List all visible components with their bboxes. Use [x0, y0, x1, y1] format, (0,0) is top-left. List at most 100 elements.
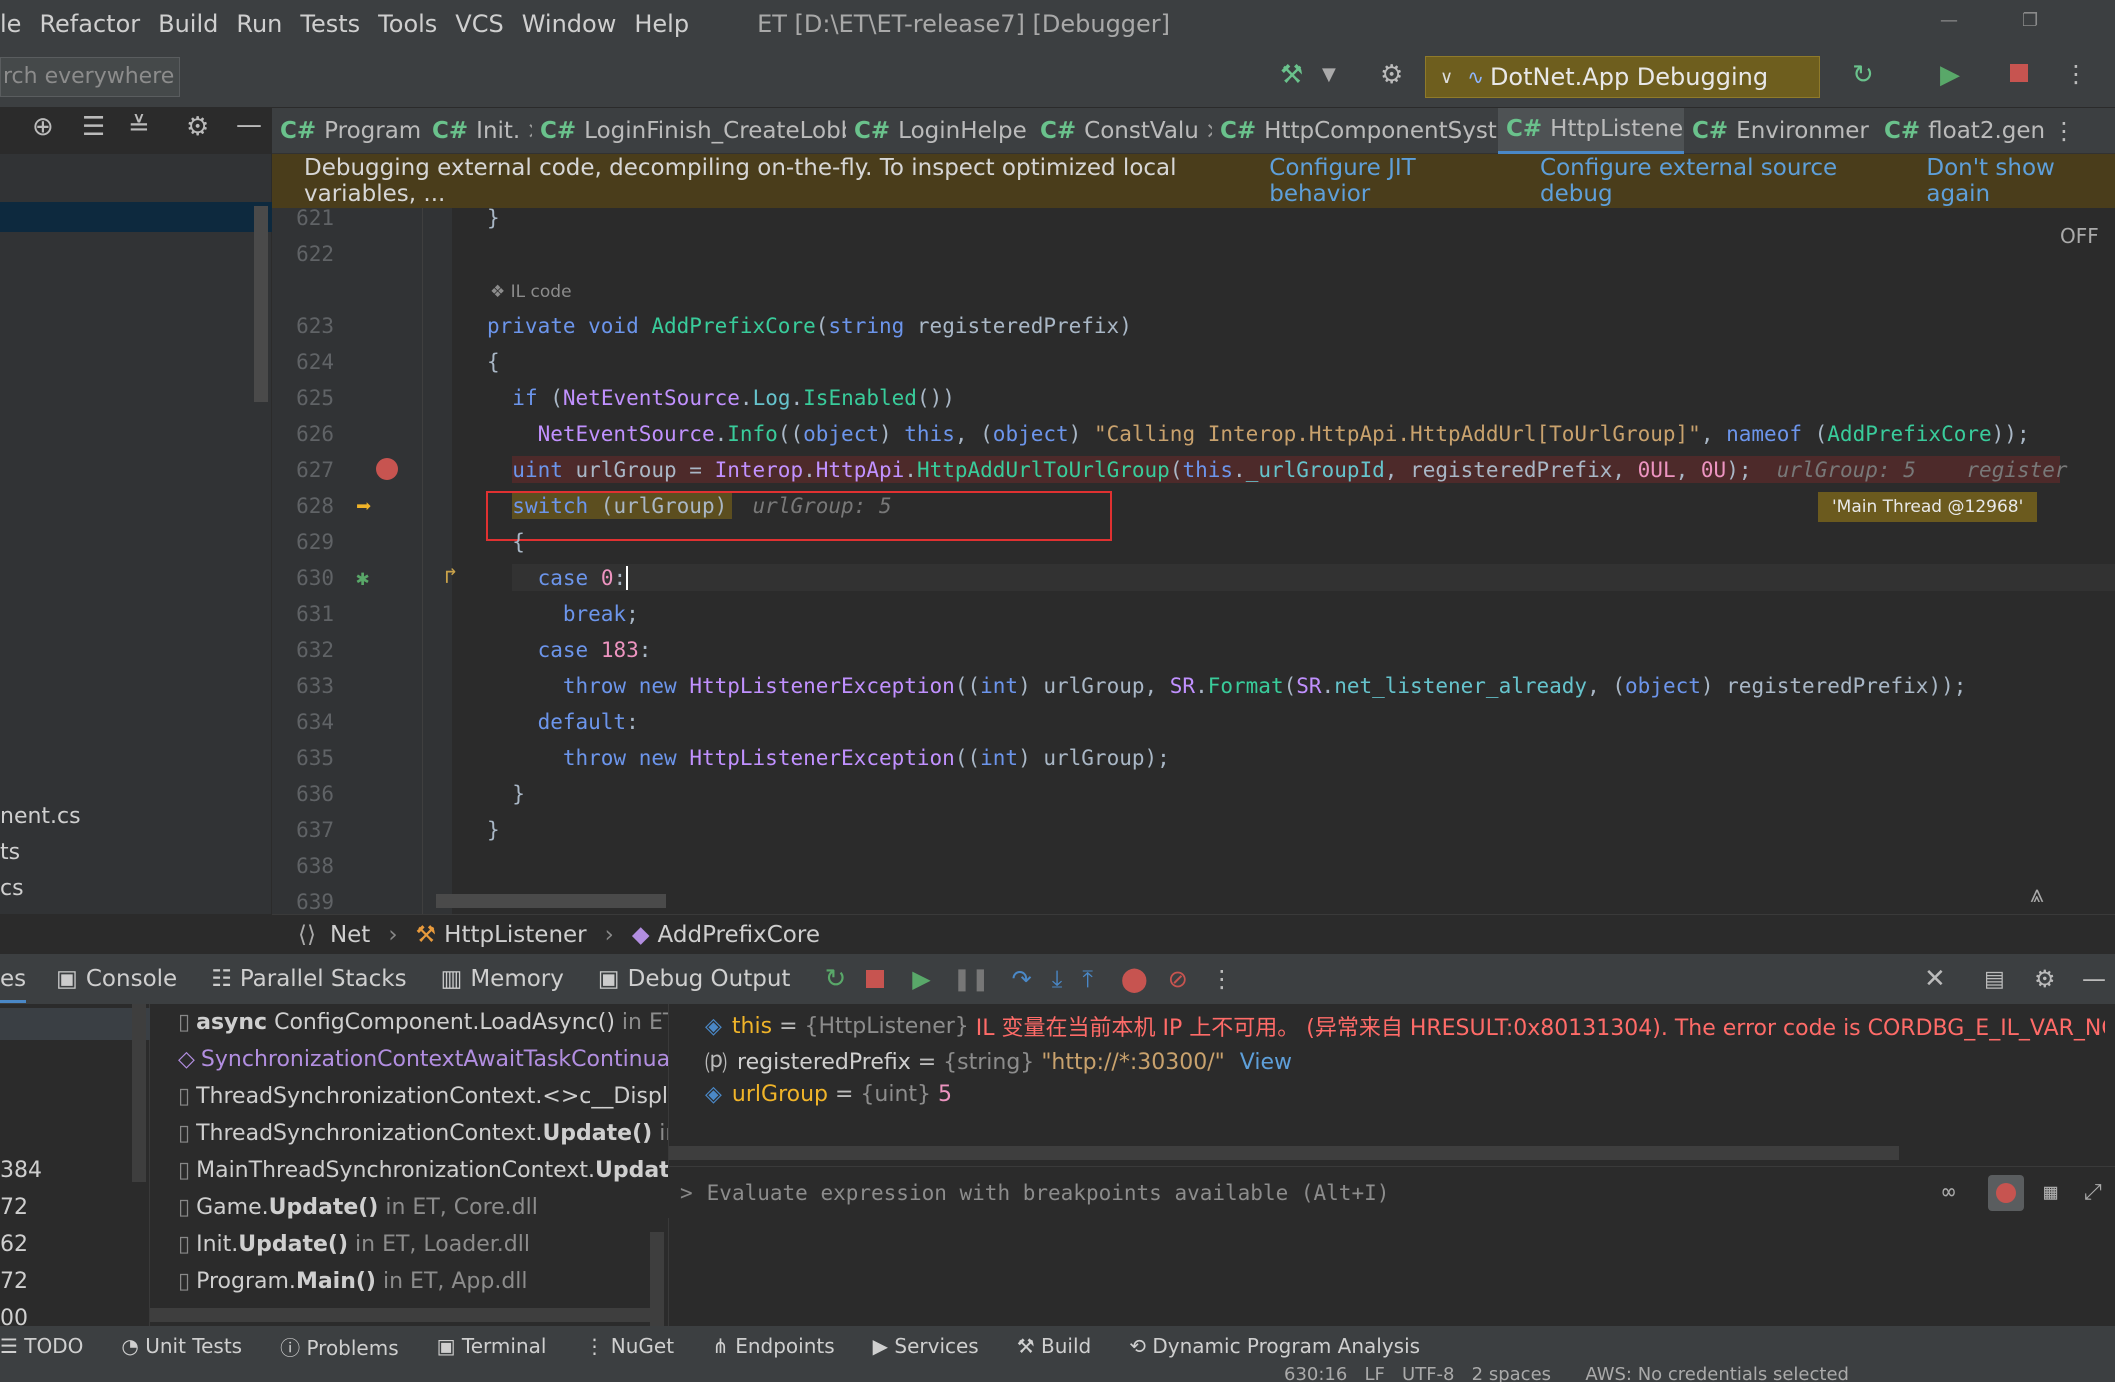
breadcrumb-item[interactable]: AddPrefixCore	[658, 922, 820, 948]
pause-icon[interactable]: ❚❚	[953, 967, 990, 992]
file-item[interactable]: cs	[0, 876, 24, 901]
menu-item-tools[interactable]: Tools	[378, 10, 437, 38]
variable-row[interactable]: ⒫ registeredPrefix = {string} "http://*:…	[705, 1046, 1292, 1078]
off-label[interactable]: OFF	[2060, 224, 2099, 248]
attach-process-icon[interactable]: ⚙	[1380, 60, 1403, 90]
minimize-icon[interactable]: —	[1940, 10, 1958, 31]
stack-frame[interactable]: ▯ async ConfigComponent.LoadAsync() in ET	[178, 1010, 676, 1035]
stack-frame[interactable]: ▯ThreadSynchronizationContext.Update() i…	[178, 1121, 693, 1146]
menu-item-run[interactable]: Run	[236, 10, 282, 38]
build-button[interactable]: ⚒ Build	[1017, 1334, 1092, 1358]
evaluate-input[interactable]: Evaluate expression with breakpoints ava…	[707, 1181, 1390, 1205]
stop-eval-icon[interactable]	[1988, 1175, 2024, 1211]
stack-frame[interactable]: ▯ Init.Update() in ET, Loader.dll	[178, 1232, 530, 1257]
step-into-icon[interactable]: ⤓	[1052, 965, 1063, 993]
chevron-down-icon[interactable]: ▼	[1322, 64, 1336, 85]
stack-frame[interactable]: ▯ Game.Update() in ET, Core.dll	[178, 1195, 538, 1220]
step-over-icon[interactable]: ↷	[1012, 965, 1032, 993]
close-icon[interactable]: ✕	[1924, 964, 1946, 994]
locate-icon[interactable]: ⊕	[32, 112, 54, 142]
scrollbar[interactable]	[254, 206, 268, 402]
more-icon[interactable]: ⋮	[2064, 60, 2088, 88]
breadcrumb-item[interactable]: Net	[330, 922, 370, 948]
status-text[interactable]: 630:16 LF UTF-8 2 spaces AWS: No credent…	[1284, 1366, 1849, 1382]
resume-icon[interactable]: ▶	[1940, 60, 1960, 90]
stack-frame[interactable]: ▯ MainThreadSynchronizationContext.Update	[178, 1158, 685, 1183]
stop-icon[interactable]	[866, 970, 885, 988]
menu-item-build[interactable]: Build	[158, 10, 218, 38]
reader-mode-icon[interactable]: ⩓	[2030, 880, 2044, 908]
terminal-button[interactable]: ▣ Terminal	[437, 1334, 547, 1358]
resume-icon[interactable]: ▶	[912, 965, 930, 993]
dont-show-again-link[interactable]: Don't show again	[1926, 155, 2115, 207]
nuget-button[interactable]: ⋮ NuGet	[584, 1334, 674, 1358]
menu-item-file[interactable]: le	[0, 10, 21, 38]
tab-constvalue[interactable]: C#ConstValu×	[1032, 108, 1212, 154]
gear-icon[interactable]: ⚙	[2034, 965, 2056, 993]
tab-init[interactable]: C#Init.×	[424, 108, 532, 154]
view-link[interactable]: View	[1240, 1050, 1292, 1075]
stop-icon[interactable]	[2010, 64, 2028, 82]
stack-frame[interactable]: ◇ SynchronizationContextAwaitTaskContinua…	[178, 1047, 679, 1072]
unit-tests-button[interactable]: ◔ Unit Tests	[121, 1334, 242, 1358]
rerun-icon[interactable]: ↻	[824, 964, 846, 994]
problems-button[interactable]: ⓘ Problems	[280, 1332, 399, 1361]
il-code-hint[interactable]: ❖ IL code	[490, 282, 572, 302]
thread-id[interactable]: 72	[0, 1195, 28, 1220]
search-everywhere-input[interactable]: rch everywhere	[0, 57, 180, 97]
calculator-icon[interactable]: ▦	[2044, 1180, 2057, 1205]
expand-all-icon[interactable]: ☰	[82, 112, 105, 142]
endpoints-button[interactable]: ⋔ Endpoints	[712, 1334, 835, 1358]
tab-loginfinish[interactable]: C#LoginFinish_CreateLobb×	[532, 108, 846, 154]
rerun-icon[interactable]: ↻	[1852, 60, 1874, 90]
thread-id[interactable]: 384	[0, 1158, 42, 1183]
bug-icon[interactable]: ✱	[356, 566, 369, 591]
set-next-statement-icon[interactable]: ↱	[444, 564, 457, 589]
view-breakpoints-icon[interactable]: ⬤	[1121, 965, 1148, 993]
thread-id[interactable]: 62	[0, 1232, 28, 1257]
tab-float2[interactable]: C#float2.gen.×	[1876, 108, 2044, 154]
step-out-icon[interactable]: ⤒	[1082, 965, 1093, 993]
collapse-all-icon[interactable]: ≚	[128, 112, 150, 142]
tab-parallel-stacks[interactable]: Parallel Stacks	[240, 966, 407, 992]
hammer-icon[interactable]: ⚒	[1280, 60, 1303, 90]
tab-httplistener[interactable]: C#HttpListene×	[1498, 107, 1684, 154]
thread-id[interactable]: 72	[0, 1269, 28, 1294]
watch-icon[interactable]: ∞	[1942, 1180, 1955, 1205]
configure-source-debug-link[interactable]: Configure external source debug	[1540, 155, 1896, 207]
file-item[interactable]: ts	[0, 840, 20, 865]
more-tabs-icon[interactable]: ⋮	[2052, 117, 2076, 145]
threads-scrollbar[interactable]	[132, 1004, 146, 1182]
menu-item-tests[interactable]: Tests	[300, 10, 360, 38]
hide-icon[interactable]: —	[236, 110, 262, 140]
horizontal-scrollbar[interactable]	[436, 894, 666, 908]
tab-memory[interactable]: Memory	[470, 966, 564, 992]
services-button[interactable]: ▶ Services	[873, 1334, 979, 1358]
restore-icon[interactable]: ❐	[2022, 10, 2038, 31]
tab-loginhelper[interactable]: C#LoginHelpe×	[846, 108, 1032, 154]
close-icon[interactable]: ×	[1205, 118, 1212, 144]
menu-item-refactor[interactable]: Refactor	[39, 10, 140, 38]
expand-icon[interactable]: ⤢	[2084, 1180, 2102, 1205]
breadcrumb-item[interactable]: HttpListener	[444, 922, 586, 948]
variables-hscrollbar[interactable]	[669, 1146, 1899, 1160]
code-editor[interactable]: OFF 621 622 ❖ IL code 623 624 625 626 62…	[272, 206, 2115, 914]
tab-httpcomponent[interactable]: C#HttpComponentSyst×	[1212, 108, 1498, 154]
frames-hscrollbar[interactable]	[150, 1308, 660, 1322]
stack-frame[interactable]: ▯ Program.Main() in ET, App.dll	[178, 1269, 528, 1294]
todo-button[interactable]: ☰ TODO	[0, 1334, 83, 1358]
tab-console[interactable]: Console	[86, 966, 177, 992]
run-configuration-select[interactable]: ∨ ∿ DotNet.App Debugging	[1425, 56, 1820, 98]
variable-row[interactable]: ◈ this = {HttpListener} IL 变量在当前本机 IP 上不…	[705, 1010, 2105, 1042]
hide-icon[interactable]: —	[2082, 965, 2106, 993]
variable-row[interactable]: ◈ urlGroup = {uint} 5	[705, 1082, 952, 1107]
breakpoint-icon[interactable]	[376, 458, 398, 480]
menu-item-vcs[interactable]: VCS	[455, 10, 503, 38]
layout-icon[interactable]: ▤	[1984, 967, 2005, 992]
tab-environment[interactable]: C#Environmer×	[1684, 108, 1876, 154]
evaluate-expression-bar[interactable]: > Evaluate expression with breakpoints a…	[668, 1166, 2115, 1218]
configure-jit-link[interactable]: Configure JIT behavior	[1269, 155, 1510, 207]
menu-item-window[interactable]: Window	[522, 10, 617, 38]
dpa-button[interactable]: ⟲ Dynamic Program Analysis	[1129, 1334, 1420, 1358]
menu-item-help[interactable]: Help	[634, 10, 689, 38]
